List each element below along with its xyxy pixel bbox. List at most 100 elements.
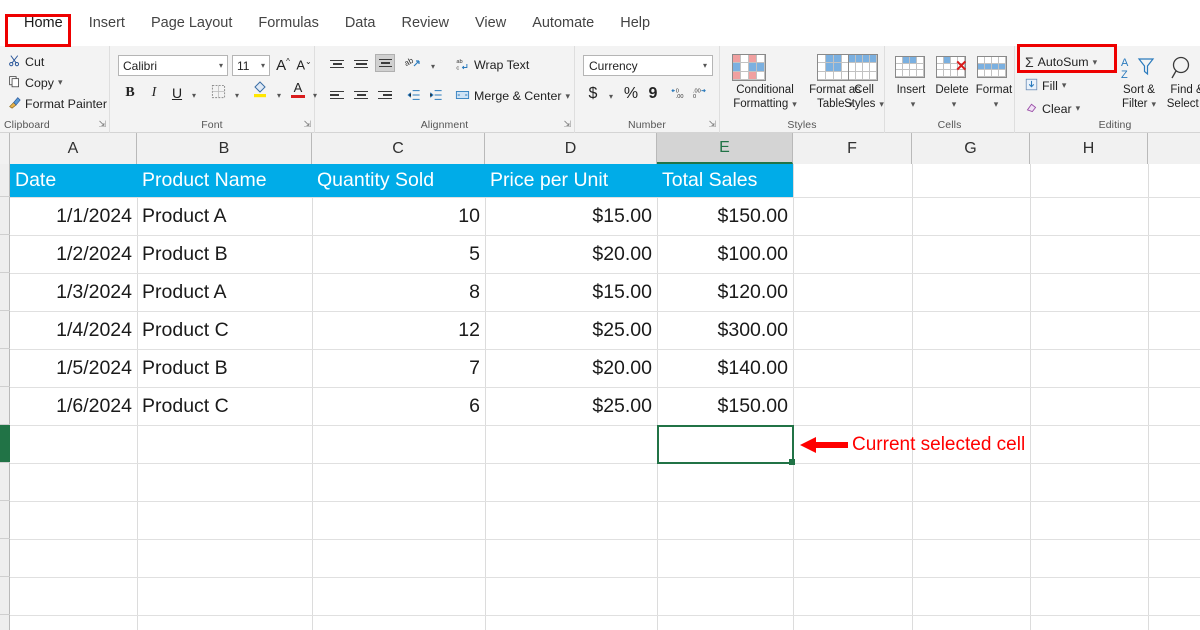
percent-format-button[interactable]: %	[621, 84, 641, 104]
cell-e6[interactable]: $140.00	[657, 349, 793, 387]
header-cell-quantity-sold[interactable]: Quantity Sold	[312, 164, 485, 197]
row-header-9[interactable]	[0, 463, 10, 501]
format-painter-button[interactable]: Format Painter	[8, 96, 107, 111]
accounting-dropdown[interactable]: ▾	[601, 86, 621, 106]
tab-data[interactable]: Data	[333, 11, 388, 35]
cell-d2[interactable]: $15.00	[485, 197, 657, 235]
row-header-8[interactable]	[0, 425, 10, 463]
chevron-down-icon[interactable]: ▾	[879, 99, 884, 109]
align-middle-button[interactable]	[351, 55, 371, 73]
cut-button[interactable]: Cut	[8, 54, 44, 69]
row-header-10[interactable]	[0, 501, 10, 539]
tab-help[interactable]: Help	[608, 11, 662, 35]
number-format-combobox[interactable]: Currency ▾	[583, 55, 713, 76]
cell-e3[interactable]: $100.00	[657, 235, 793, 273]
column-header-b[interactable]: B	[137, 133, 312, 164]
tab-view[interactable]: View	[463, 11, 518, 35]
fill-color-dropdown[interactable]: ▾	[269, 85, 289, 105]
clear-button[interactable]: Clear ▾	[1025, 101, 1080, 116]
cell-c6[interactable]: 7	[312, 349, 485, 387]
header-cell-product-name[interactable]: Product Name	[137, 164, 312, 197]
fill-button[interactable]: Fill ▾	[1025, 78, 1066, 93]
cell-b3[interactable]: Product B	[137, 235, 312, 273]
cell-c5[interactable]: 12	[312, 311, 485, 349]
cell-d5[interactable]: $25.00	[485, 311, 657, 349]
increase-decimal-button[interactable]: .00 0	[690, 84, 710, 104]
chevron-down-icon[interactable]: ▾	[1152, 99, 1157, 109]
chevron-down-icon[interactable]: ▾	[58, 77, 63, 88]
chevron-down-icon[interactable]: ▾	[994, 99, 999, 109]
tab-automate[interactable]: Automate	[520, 11, 606, 35]
row-header-4[interactable]	[0, 273, 10, 311]
font-dialog-launcher[interactable]: ⇲	[303, 119, 311, 130]
cell-b6[interactable]: Product B	[137, 349, 312, 387]
column-header-d[interactable]: D	[485, 133, 657, 164]
chevron-down-icon[interactable]: ▾	[952, 99, 957, 109]
row-header-13[interactable]	[0, 615, 10, 630]
tab-review[interactable]: Review	[389, 11, 461, 35]
borders-dropdown[interactable]: ▾	[227, 85, 247, 105]
tab-home[interactable]: Home	[12, 11, 75, 35]
row-header-2[interactable]	[0, 197, 10, 235]
font-size-combobox[interactable]: 11 ▾	[232, 55, 270, 76]
tab-page-layout[interactable]: Page Layout	[139, 11, 244, 35]
column-header-g[interactable]: G	[912, 133, 1030, 164]
orientation-dropdown[interactable]: ▾	[423, 56, 443, 76]
row-header-11[interactable]	[0, 539, 10, 577]
decrease-indent-button[interactable]	[403, 86, 423, 106]
header-cell-date[interactable]: Date	[10, 164, 137, 197]
align-left-button[interactable]	[327, 86, 347, 104]
align-right-button[interactable]	[375, 86, 395, 104]
cell-d3[interactable]: $20.00	[485, 235, 657, 273]
merge-center-button[interactable]: Merge & Center ▾	[455, 88, 570, 104]
comma-format-button[interactable]: 9	[643, 84, 663, 104]
cell-b7[interactable]: Product C	[137, 387, 312, 425]
column-header-i[interactable]	[1148, 133, 1200, 164]
row-header-5[interactable]	[0, 311, 10, 349]
cell-e2[interactable]: $150.00	[657, 197, 793, 235]
decrease-decimal-button[interactable]: 0.00	[669, 84, 689, 104]
cell-grid[interactable]: Date Product Name Quantity Sold Price pe…	[10, 164, 1200, 630]
cell-d7[interactable]: $25.00	[485, 387, 657, 425]
cell-a7[interactable]: 1/6/2024	[10, 387, 137, 425]
tab-formulas[interactable]: Formulas	[246, 11, 330, 35]
cell-a6[interactable]: 1/5/2024	[10, 349, 137, 387]
row-header-12[interactable]	[0, 577, 10, 615]
cell-d6[interactable]: $20.00	[485, 349, 657, 387]
column-header-a[interactable]: A	[10, 133, 137, 164]
header-cell-price-per-unit[interactable]: Price per Unit	[485, 164, 657, 197]
clipboard-dialog-launcher[interactable]: ⇲	[98, 119, 106, 130]
decrease-font-size-button[interactable]: A⌄	[294, 55, 314, 75]
increase-font-size-button[interactable]: A^	[273, 55, 293, 75]
cell-c2[interactable]: 10	[312, 197, 485, 235]
orientation-button[interactable]: ab	[403, 54, 423, 74]
chevron-down-icon[interactable]: ▾	[703, 61, 707, 70]
cell-e4[interactable]: $120.00	[657, 273, 793, 311]
cell-c3[interactable]: 5	[312, 235, 485, 273]
fill-color-button[interactable]	[250, 80, 270, 100]
select-all-corner[interactable]	[0, 133, 10, 164]
align-center-button[interactable]	[351, 86, 371, 104]
borders-button[interactable]	[208, 83, 228, 103]
cell-c7[interactable]: 6	[312, 387, 485, 425]
chevron-down-icon[interactable]: ▾	[911, 99, 916, 109]
accounting-format-button[interactable]: $	[583, 84, 603, 104]
header-cell-total-sales[interactable]: Total Sales	[657, 164, 793, 197]
number-dialog-launcher[interactable]: ⇲	[708, 119, 716, 130]
row-header-7[interactable]	[0, 387, 10, 425]
row-header-6[interactable]	[0, 349, 10, 387]
selected-cell-e8[interactable]	[657, 425, 794, 464]
italic-button[interactable]: I	[144, 83, 164, 103]
chevron-down-icon[interactable]: ▾	[1062, 80, 1067, 91]
cell-a4[interactable]: 1/3/2024	[10, 273, 137, 311]
wrap-text-button[interactable]: ab c Wrap Text	[455, 57, 529, 73]
tab-insert[interactable]: Insert	[77, 11, 137, 35]
fill-handle[interactable]	[789, 459, 795, 465]
column-header-c[interactable]: C	[312, 133, 485, 164]
row-header-3[interactable]	[0, 235, 10, 273]
column-header-f[interactable]: F	[793, 133, 912, 164]
underline-dropdown[interactable]: ▾	[184, 85, 204, 105]
cell-e5[interactable]: $300.00	[657, 311, 793, 349]
row-header-1[interactable]	[0, 164, 10, 197]
cell-a3[interactable]: 1/2/2024	[10, 235, 137, 273]
